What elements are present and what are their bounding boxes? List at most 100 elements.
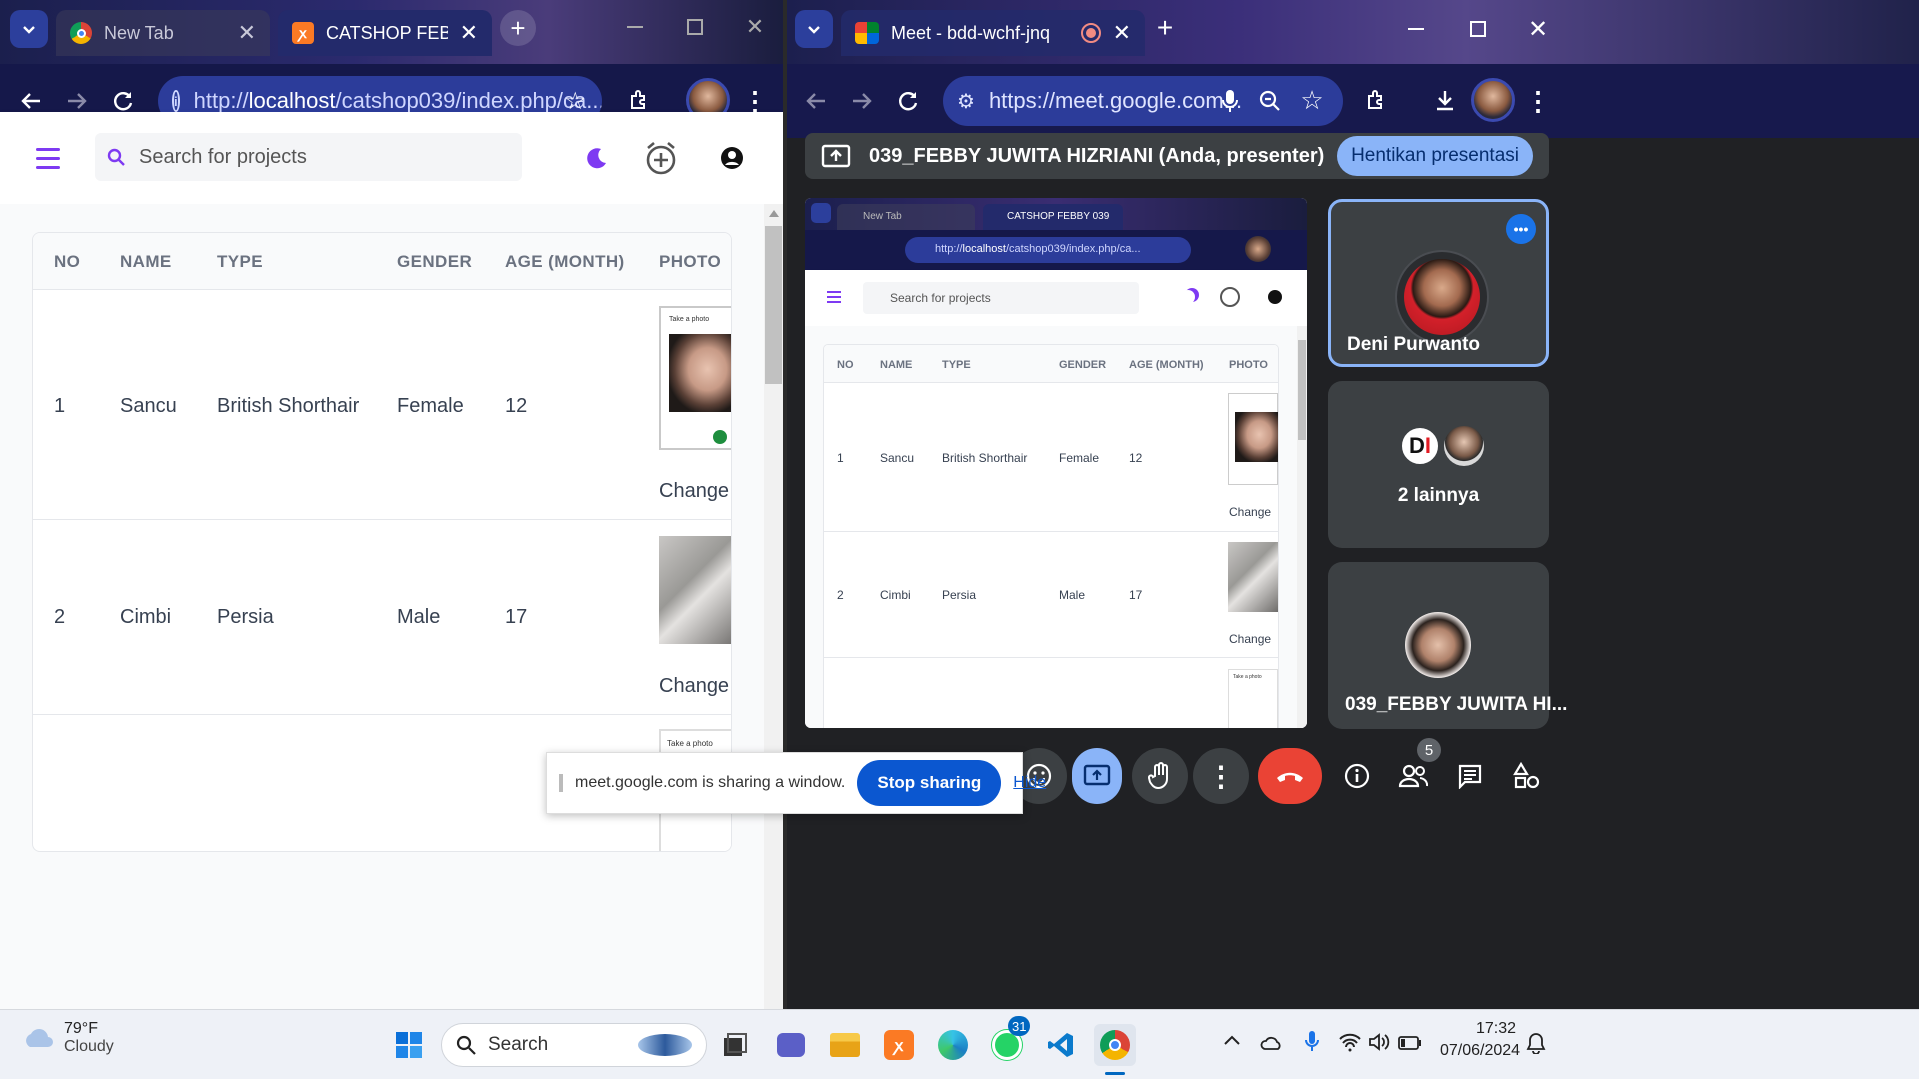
tab-search-button[interactable]: [795, 10, 833, 48]
close-tab-icon[interactable]: ✕: [238, 22, 256, 44]
tab-search-button[interactable]: [10, 10, 48, 48]
participant-tile[interactable]: DI 2 lainnya: [1328, 381, 1549, 548]
site-settings-icon[interactable]: ⚙: [957, 89, 975, 114]
mini-col: NAME: [880, 359, 913, 371]
menu-kebab-icon[interactable]: ⋮: [1523, 84, 1553, 118]
close-tab-icon[interactable]: ✕: [1113, 22, 1131, 44]
edge-icon[interactable]: [932, 1024, 974, 1066]
drag-handle[interactable]: [559, 774, 563, 792]
vscode-icon[interactable]: [1040, 1024, 1082, 1066]
moon-icon[interactable]: [585, 146, 609, 170]
reload-icon[interactable]: [891, 84, 925, 118]
mini-col: PHOTO: [1229, 359, 1268, 371]
teams-icon[interactable]: [770, 1024, 812, 1066]
new-tab-button[interactable]: +: [1147, 10, 1183, 46]
chrome-taskbar-icon[interactable]: [1094, 1024, 1136, 1066]
hide-link[interactable]: Hide: [1013, 774, 1046, 792]
weather-widget[interactable]: 79°F Cloudy: [22, 1020, 114, 1056]
stop-sharing-button[interactable]: Stop sharing: [857, 760, 1002, 806]
forward-icon[interactable]: [845, 84, 879, 118]
avatar-group: DI: [1400, 426, 1484, 466]
more-options-icon[interactable]: •••: [1506, 214, 1536, 244]
close-window-icon[interactable]: ✕: [740, 12, 770, 42]
mini-cell: Male: [1059, 588, 1086, 602]
tray-chevron-icon[interactable]: [1223, 1034, 1241, 1046]
tab-search-button: [811, 203, 831, 223]
start-button[interactable]: [388, 1024, 430, 1066]
hamburger-menu-icon[interactable]: [36, 148, 60, 169]
more-options-button[interactable]: ⋮: [1193, 748, 1249, 804]
profile-avatar[interactable]: [1471, 78, 1515, 122]
add-alarm-icon[interactable]: [644, 140, 678, 176]
right-toolbar: ⚙ https://meet.google.com... ☆ ⋮: [787, 64, 1919, 138]
battery-icon[interactable]: [1398, 1036, 1422, 1050]
tab-new-tab[interactable]: New Tab ✕: [56, 10, 270, 56]
close-window-icon[interactable]: ✕: [1521, 12, 1555, 46]
table-row: 1 Sancu British Shorthair Female 12 Take…: [33, 290, 731, 520]
volume-icon[interactable]: [1368, 1032, 1390, 1052]
present-now-button[interactable]: [1072, 748, 1122, 804]
minimize-icon[interactable]: [620, 12, 650, 42]
search-placeholder: Search for projects: [139, 145, 307, 168]
user-profile-icon: [1268, 290, 1282, 304]
tab-title: Meet - bdd-wchf-jnq: [891, 22, 1051, 43]
weather-temp: 79°F: [64, 1020, 98, 1037]
taskbar-search[interactable]: Search: [441, 1023, 707, 1067]
back-icon[interactable]: [799, 84, 833, 118]
file-explorer-icon[interactable]: [824, 1024, 866, 1066]
participant-tile[interactable]: ••• Deni Purwanto: [1328, 199, 1549, 367]
extensions-icon[interactable]: [1359, 82, 1395, 118]
microphone-icon[interactable]: [1213, 84, 1247, 118]
hamburger-menu-icon: [827, 291, 841, 293]
user-profile-icon[interactable]: [720, 146, 744, 170]
raise-hand-button[interactable]: [1132, 748, 1188, 804]
minimize-icon[interactable]: [1399, 12, 1433, 46]
mic-tray-icon[interactable]: [1304, 1030, 1320, 1054]
close-tab-icon[interactable]: ✕: [460, 22, 478, 44]
right-tab-strip: Meet - bdd-wchf-jnq ✕ + ✕: [787, 0, 1919, 64]
mini-cell: 2: [837, 588, 844, 602]
new-tab-button[interactable]: +: [500, 10, 536, 46]
left-browser-window: New Tab ✕ ꭗ CATSHOP FEBBY 039 ✕ + ✕ i ht…: [0, 0, 783, 1009]
chat-icon[interactable]: [1442, 748, 1498, 804]
stop-presenting-button[interactable]: Hentikan presentasi: [1337, 136, 1533, 176]
mini-change: Change: [1229, 505, 1272, 519]
star-icon[interactable]: ☆: [1295, 82, 1329, 118]
left-tab-strip: New Tab ✕ ꭗ CATSHOP FEBBY 039 ✕ + ✕: [0, 0, 783, 64]
clock[interactable]: 17:32 07/06/2024: [1440, 1020, 1521, 1060]
tab-meet[interactable]: Meet - bdd-wchf-jnq ✕: [841, 10, 1145, 56]
scrollbar-thumb[interactable]: [765, 226, 782, 384]
wifi-icon[interactable]: [1338, 1032, 1362, 1052]
maximize-icon[interactable]: [1461, 12, 1495, 46]
download-icon[interactable]: [1427, 82, 1463, 118]
mini-url: http://localhost/catshop039/index.php/ca…: [905, 237, 1191, 263]
participant-tile[interactable]: 039_FEBBY JUWITA HI...: [1328, 562, 1567, 729]
mini-cell: Sancu: [880, 451, 915, 465]
onedrive-icon[interactable]: [1260, 1034, 1284, 1050]
leave-call-button[interactable]: [1258, 748, 1322, 804]
maximize-icon[interactable]: [680, 12, 710, 42]
site-info-icon[interactable]: i: [172, 90, 180, 112]
page-scrollbar[interactable]: [764, 204, 783, 1009]
camera-icon: [713, 430, 727, 444]
change-link[interactable]: Change: [659, 675, 729, 698]
mini-photo: [1228, 393, 1278, 485]
xampp-taskbar-icon[interactable]: ꭗ: [878, 1024, 920, 1066]
photo-caption: Take a photo: [667, 739, 713, 748]
search-icon: [456, 1035, 476, 1055]
cell-name: Sancu: [120, 395, 177, 417]
meeting-info-icon[interactable]: [1329, 748, 1385, 804]
task-view-icon[interactable]: [714, 1024, 756, 1066]
cell-gender: Male: [397, 606, 441, 628]
mini-cell: 17: [1129, 588, 1143, 602]
zoom-icon[interactable]: [1253, 84, 1287, 118]
activities-icon[interactable]: [1499, 748, 1555, 804]
notification-bell-icon[interactable]: [1526, 1032, 1546, 1054]
add-alarm-icon: [1220, 287, 1240, 307]
search-box[interactable]: Search for projects: [95, 133, 522, 181]
tab-catshop[interactable]: ꭗ CATSHOP FEBBY 039 ✕: [278, 10, 492, 56]
clock-date: 07/06/2024: [1440, 1042, 1521, 1059]
mini-change: Change: [1229, 632, 1272, 646]
cell-type: British Shorthair: [217, 395, 360, 417]
change-link[interactable]: Change: [659, 480, 729, 503]
